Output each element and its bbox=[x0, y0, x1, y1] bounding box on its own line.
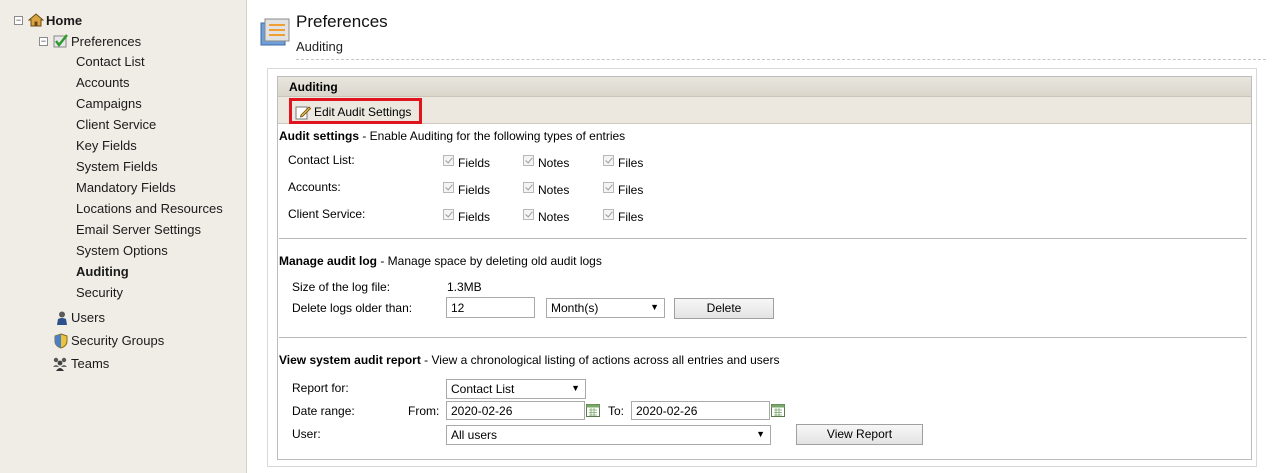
tree-security-groups[interactable]: Security Groups bbox=[71, 333, 164, 348]
log-size-value: 1.3MB bbox=[447, 280, 482, 294]
sidebar: − Home − Preferences Contact List Accoun… bbox=[0, 0, 247, 473]
audit-settings-desc: - Enable Auditing for the following type… bbox=[359, 129, 626, 143]
section-divider bbox=[279, 337, 1247, 338]
sidebar-item-auditing[interactable]: Auditing bbox=[76, 264, 129, 279]
sidebar-item-campaigns[interactable]: Campaigns bbox=[76, 96, 142, 111]
panel-header: Auditing bbox=[278, 77, 1251, 97]
audit-settings-title: Audit settings bbox=[279, 129, 359, 143]
user-select-value: All users bbox=[451, 428, 498, 442]
sidebar-item-system-options[interactable]: System Options bbox=[76, 243, 168, 258]
manage-log-heading: Manage audit log - Manage space by delet… bbox=[279, 254, 602, 268]
contact-list-notes-label: Notes bbox=[538, 156, 570, 170]
from-label: From: bbox=[408, 404, 440, 418]
accounts-files-label: Files bbox=[618, 183, 644, 197]
edit-audit-settings-label: Edit Audit Settings bbox=[314, 105, 412, 119]
report-for-value: Contact List bbox=[451, 382, 515, 396]
report-title: View system audit report bbox=[279, 353, 421, 367]
panel-toolbar: Edit Audit Settings bbox=[278, 97, 1251, 124]
client-service-files-label: Files bbox=[618, 210, 644, 224]
contact-list-fields-label: Fields bbox=[458, 156, 491, 170]
calendar-icon[interactable] bbox=[586, 403, 600, 417]
sidebar-item-system-fields[interactable]: System Fields bbox=[76, 159, 158, 174]
contact-list-fields-checkbox[interactable] bbox=[443, 155, 454, 166]
calendar-icon[interactable] bbox=[771, 403, 785, 417]
contact-list-files-checkbox[interactable] bbox=[603, 155, 614, 166]
header-divider bbox=[296, 59, 1266, 60]
accounts-fields-label: Fields bbox=[458, 183, 491, 197]
report-heading: View system audit report - View a chrono… bbox=[279, 353, 779, 367]
client-service-fields-checkbox[interactable] bbox=[443, 209, 454, 220]
preferences-check-icon bbox=[53, 34, 68, 48]
user-label: User: bbox=[292, 427, 321, 441]
client-service-notes-checkbox[interactable] bbox=[523, 209, 534, 220]
date-range-label: Date range: bbox=[292, 404, 355, 418]
sidebar-item-client-service[interactable]: Client Service bbox=[76, 117, 156, 132]
chevron-down-icon: ▼ bbox=[571, 383, 580, 393]
contact-list-files-label: Files bbox=[618, 156, 644, 170]
tree-preferences[interactable]: Preferences bbox=[71, 34, 141, 49]
sidebar-item-accounts[interactable]: Accounts bbox=[76, 75, 129, 90]
to-label: To: bbox=[608, 404, 625, 418]
page-title: Preferences bbox=[296, 12, 388, 31]
audit-row-label-client-service: Client Service: bbox=[288, 207, 366, 221]
view-report-button[interactable]: View Report bbox=[796, 424, 923, 445]
sidebar-item-mandatory-fields[interactable]: Mandatory Fields bbox=[76, 180, 176, 195]
report-for-label: Report for: bbox=[292, 381, 349, 395]
accounts-fields-checkbox[interactable] bbox=[443, 182, 454, 193]
edit-pencil-icon bbox=[295, 106, 311, 120]
to-date-input[interactable] bbox=[631, 401, 770, 420]
delete-unit-value: Month(s) bbox=[551, 301, 599, 315]
delete-logs-button[interactable]: Delete bbox=[674, 298, 774, 319]
sidebar-item-email-server-settings[interactable]: Email Server Settings bbox=[76, 222, 201, 237]
panel-title: Auditing bbox=[289, 80, 338, 94]
client-service-files-checkbox[interactable] bbox=[603, 209, 614, 220]
chevron-down-icon: ▼ bbox=[650, 302, 659, 312]
preferences-collapse-toggle[interactable]: − bbox=[39, 37, 48, 46]
edit-audit-settings-button[interactable]: Edit Audit Settings bbox=[289, 98, 422, 124]
tree-home[interactable]: Home bbox=[46, 13, 82, 28]
report-for-select[interactable]: Contact List ▼ bbox=[446, 379, 586, 399]
audit-settings-heading: Audit settings - Enable Auditing for the… bbox=[279, 129, 625, 143]
manage-log-desc: - Manage space by deleting old audit log… bbox=[377, 254, 602, 268]
team-icon bbox=[53, 357, 67, 371]
accounts-files-checkbox[interactable] bbox=[603, 182, 614, 193]
client-service-notes-label: Notes bbox=[538, 210, 570, 224]
home-icon bbox=[28, 13, 44, 27]
preferences-page-icon bbox=[260, 18, 290, 46]
delete-logs-label: Delete logs older than: bbox=[292, 301, 413, 315]
user-icon bbox=[57, 311, 67, 325]
audit-row-label-contact-list: Contact List: bbox=[288, 153, 355, 167]
sidebar-item-security[interactable]: Security bbox=[76, 285, 123, 300]
delete-months-input[interactable] bbox=[446, 297, 535, 318]
shield-icon bbox=[54, 333, 68, 349]
sidebar-item-contact-list[interactable]: Contact List bbox=[76, 54, 145, 69]
manage-log-title: Manage audit log bbox=[279, 254, 378, 268]
sidebar-item-locations-and-resources[interactable]: Locations and Resources bbox=[76, 201, 223, 216]
sidebar-item-key-fields[interactable]: Key Fields bbox=[76, 138, 137, 153]
page-subtitle: Auditing bbox=[296, 39, 343, 54]
accounts-notes-checkbox[interactable] bbox=[523, 182, 534, 193]
audit-row-label-accounts: Accounts: bbox=[288, 180, 341, 194]
user-select[interactable]: All users ▼ bbox=[446, 425, 771, 445]
client-service-fields-label: Fields bbox=[458, 210, 491, 224]
section-divider bbox=[279, 238, 1247, 239]
chevron-down-icon: ▼ bbox=[756, 429, 765, 439]
home-collapse-toggle[interactable]: − bbox=[14, 16, 23, 25]
report-desc: - View a chronological listing of action… bbox=[420, 353, 780, 367]
delete-unit-select[interactable]: Month(s) ▼ bbox=[546, 298, 665, 318]
auditing-panel: Auditing Edit Audit Settings Audit setti… bbox=[277, 76, 1252, 460]
accounts-notes-label: Notes bbox=[538, 183, 570, 197]
from-date-input[interactable] bbox=[446, 401, 585, 420]
tree-teams[interactable]: Teams bbox=[71, 356, 109, 371]
log-size-label: Size of the log file: bbox=[292, 280, 391, 294]
contact-list-notes-checkbox[interactable] bbox=[523, 155, 534, 166]
tree-users[interactable]: Users bbox=[71, 310, 105, 325]
